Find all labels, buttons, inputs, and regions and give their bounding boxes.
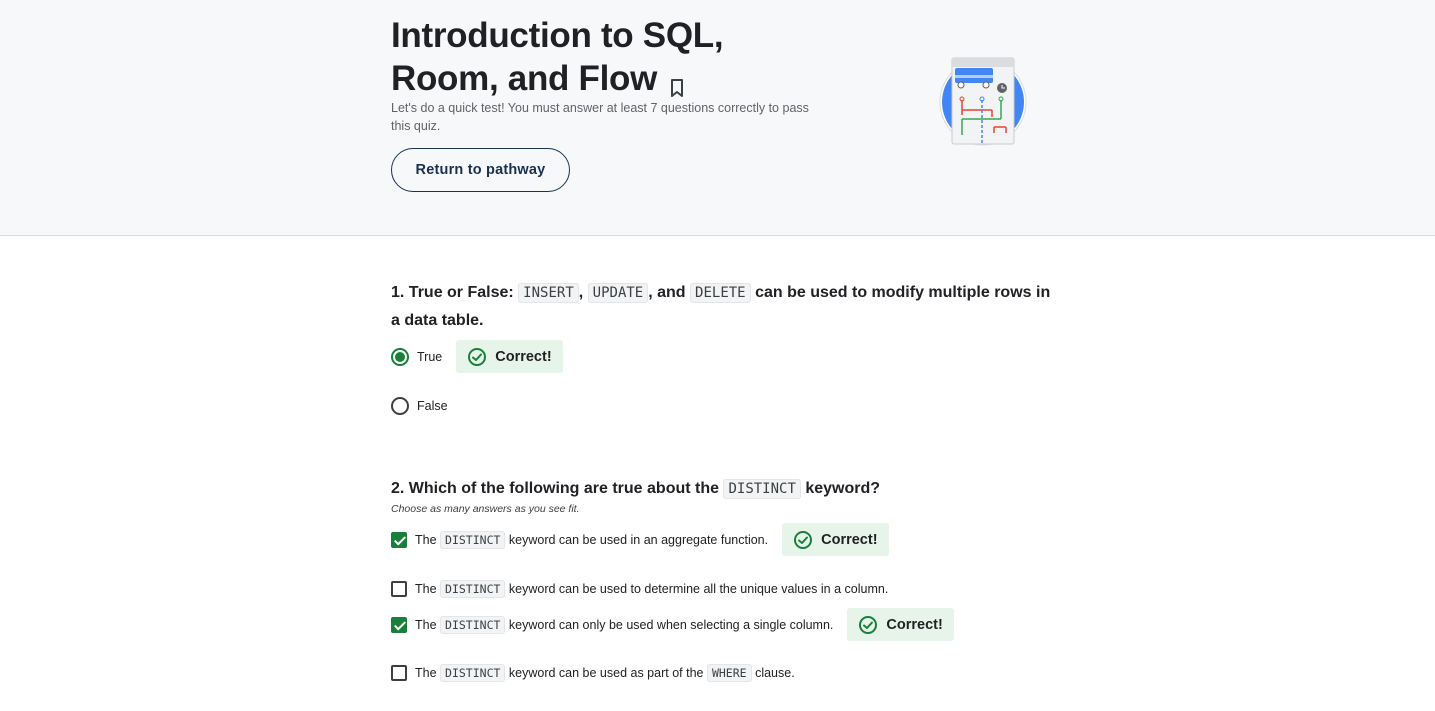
- quiz-badge-illustration: [939, 55, 1029, 147]
- question-2: 2. Which of the following are true about…: [391, 475, 1051, 515]
- checkbox[interactable]: [391, 616, 407, 633]
- page-title: Introduction to SQL, Room, and Flow: [391, 16, 724, 98]
- question-2-hint: Choose as many answers as you see fit.: [391, 503, 580, 515]
- code-insert: INSERT: [518, 283, 579, 303]
- quiz-subtitle: Let's do a quick test! You must answer a…: [391, 101, 809, 133]
- q2-option-2[interactable]: The DISTINCT keyword can be used to dete…: [391, 580, 888, 598]
- radio-button[interactable]: [391, 397, 409, 415]
- code-distinct: DISTINCT: [723, 479, 801, 499]
- correct-feedback: Correct!: [847, 608, 954, 641]
- question-1-text: 1. True or False: INSERT, UPDATE, and DE…: [391, 283, 1051, 329]
- code-update: UPDATE: [587, 283, 649, 303]
- radio-button[interactable]: [391, 347, 409, 366]
- q2-option-4[interactable]: The DISTINCT keyword can be used as part…: [391, 664, 795, 682]
- question-2-text: 2. Which of the following are true about…: [391, 479, 881, 499]
- q2-option-3[interactable]: The DISTINCT keyword can only be used wh…: [391, 608, 954, 641]
- checkbox[interactable]: [391, 581, 407, 597]
- question-1: 1. True or False: INSERT, UPDATE, and DE…: [391, 279, 1051, 334]
- q1-option-false[interactable]: False: [391, 397, 448, 415]
- check-circle-icon: [468, 347, 487, 366]
- correct-feedback: Correct!: [456, 340, 563, 373]
- return-to-pathway-button[interactable]: Return to pathway: [391, 148, 570, 192]
- checkbox[interactable]: [391, 665, 407, 681]
- q2-option-1[interactable]: The DISTINCT keyword can be used in an a…: [391, 523, 889, 556]
- checkbox[interactable]: [391, 531, 407, 548]
- code-delete: DELETE: [690, 283, 751, 303]
- quiz-header: Introduction to SQL, Room, and Flow Let'…: [0, 0, 1435, 236]
- check-circle-icon: [794, 530, 813, 549]
- bookmark-icon[interactable]: [667, 66, 687, 97]
- check-circle-icon: [859, 615, 878, 634]
- correct-feedback: Correct!: [782, 523, 889, 556]
- q1-option-true[interactable]: True Correct!: [391, 340, 563, 373]
